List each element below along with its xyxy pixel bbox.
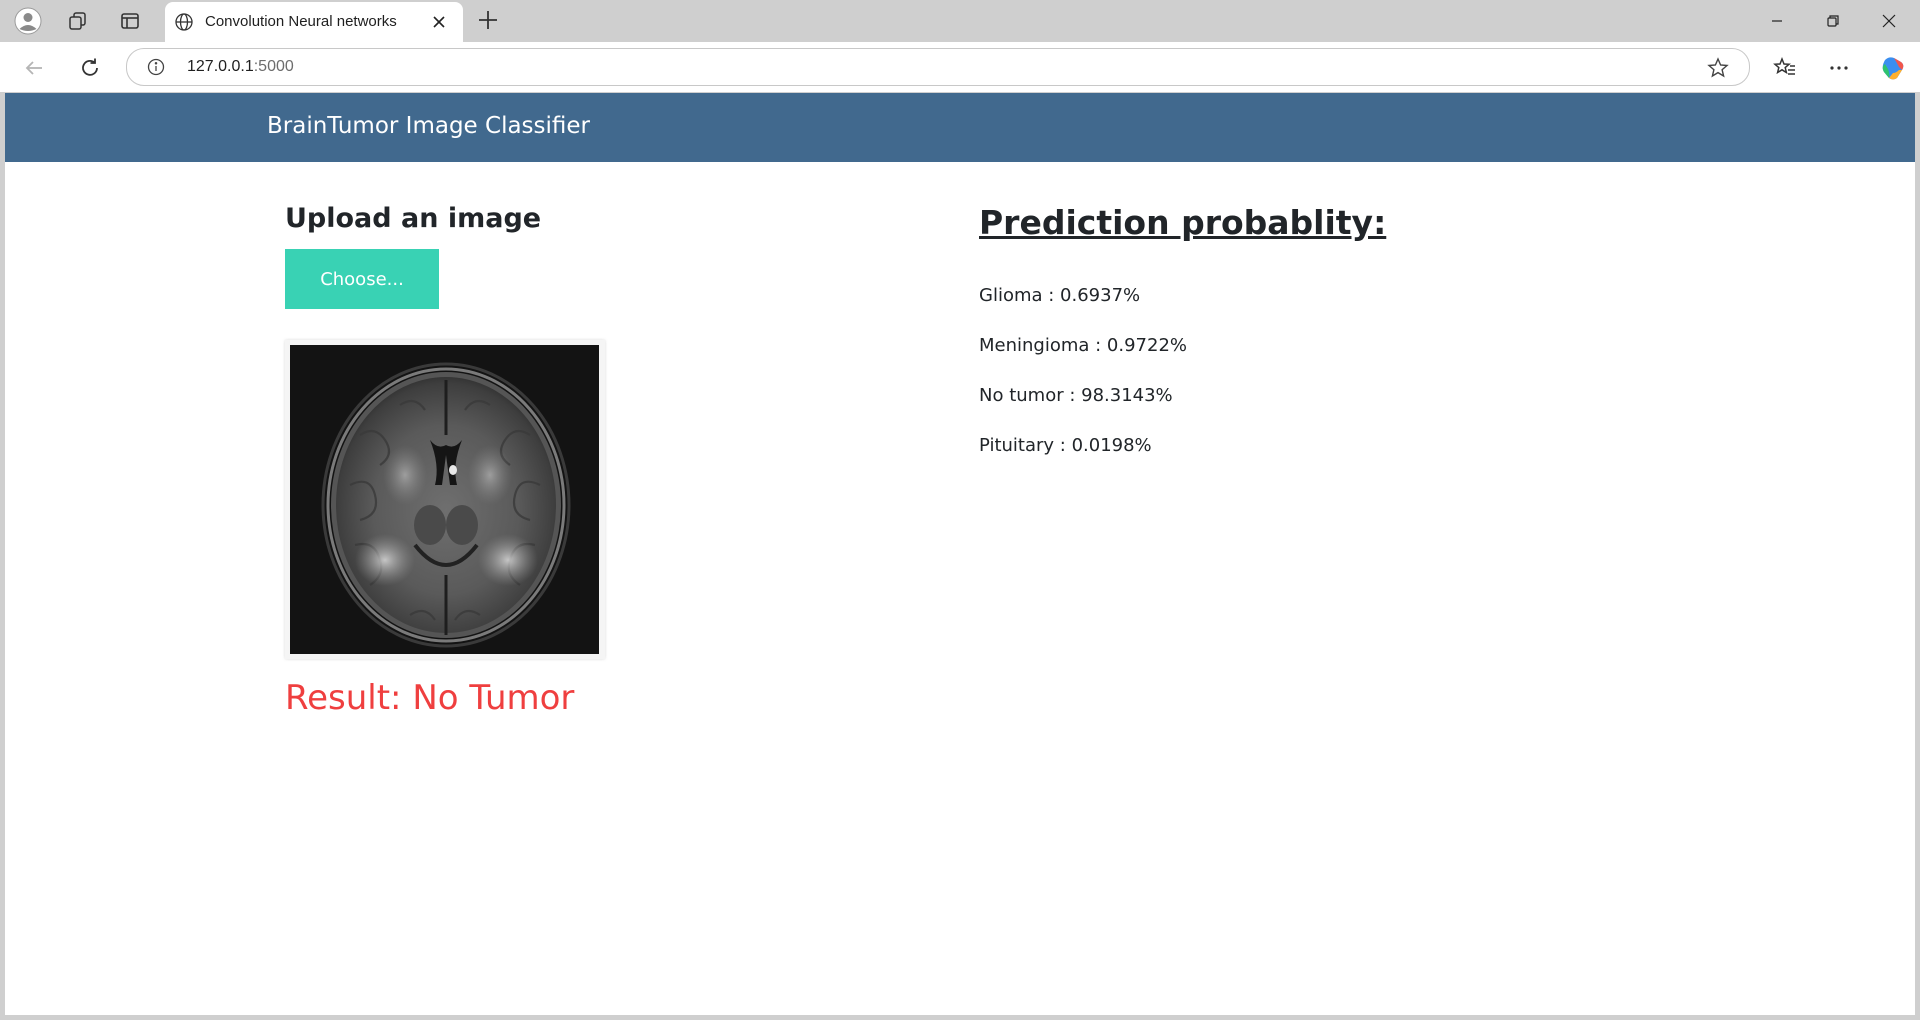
minimize-icon[interactable] bbox=[1754, 8, 1800, 34]
profile-icon[interactable] bbox=[8, 6, 48, 36]
back-icon[interactable] bbox=[18, 52, 50, 84]
site-info-icon[interactable] bbox=[147, 58, 165, 81]
prediction-item-pituitary: Pituitary : 0.0198% bbox=[979, 435, 1152, 456]
mri-scan-image bbox=[290, 345, 599, 654]
close-window-icon[interactable] bbox=[1866, 8, 1912, 34]
globe-icon bbox=[174, 12, 194, 37]
url-port: :5000 bbox=[253, 58, 294, 75]
url-text: 127.0.0.1:5000 bbox=[187, 58, 294, 76]
browser-tab-bar: Convolution Neural networks bbox=[0, 0, 1920, 42]
tab-title: Convolution Neural networks bbox=[205, 13, 397, 30]
active-tab[interactable]: Convolution Neural networks bbox=[165, 2, 463, 42]
new-tab-icon[interactable] bbox=[476, 8, 500, 37]
prediction-list: Glioma : 0.6937% Meningioma : 0.9722% No… bbox=[979, 285, 1187, 485]
address-toolbar: 127.0.0.1:5000 bbox=[0, 42, 1920, 92]
more-options-icon[interactable] bbox=[1823, 52, 1855, 84]
choose-file-button[interactable]: Choose... bbox=[285, 249, 439, 309]
page-viewport: BrainTumor Image Classifier Upload an im… bbox=[5, 93, 1915, 1015]
site-navbar: BrainTumor Image Classifier bbox=[5, 93, 1915, 162]
vertical-tabs-icon[interactable] bbox=[110, 6, 150, 36]
prediction-heading: Prediction probablity: bbox=[979, 203, 1387, 242]
prediction-item-no-tumor: No tumor : 98.3143% bbox=[979, 385, 1173, 406]
prediction-item-meningioma: Meningioma : 0.9722% bbox=[979, 335, 1188, 356]
url-host: 127.0.0.1 bbox=[187, 58, 254, 75]
upload-heading: Upload an image bbox=[285, 203, 542, 234]
close-tab-icon[interactable] bbox=[431, 14, 447, 35]
workspaces-icon[interactable] bbox=[58, 6, 98, 36]
navbar-brand[interactable]: BrainTumor Image Classifier bbox=[267, 113, 590, 139]
uploaded-image-preview bbox=[285, 340, 605, 659]
copilot-icon[interactable] bbox=[1877, 52, 1909, 84]
result-text: Result: No Tumor bbox=[285, 678, 575, 718]
refresh-icon[interactable] bbox=[74, 52, 106, 84]
address-bar[interactable]: 127.0.0.1:5000 bbox=[126, 48, 1750, 86]
favorite-star-icon[interactable] bbox=[1707, 57, 1729, 84]
prediction-item-glioma: Glioma : 0.6937% bbox=[979, 285, 1141, 306]
favorites-icon[interactable] bbox=[1769, 52, 1801, 84]
restore-icon[interactable] bbox=[1810, 8, 1856, 34]
